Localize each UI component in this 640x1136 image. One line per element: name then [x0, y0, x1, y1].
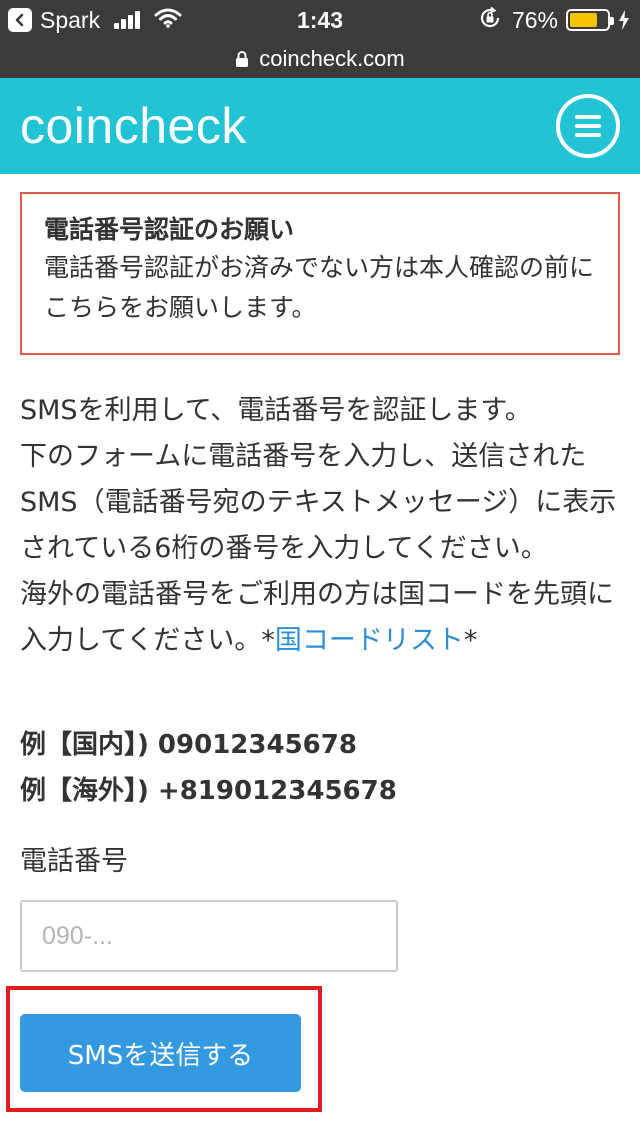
menu-line [575, 115, 601, 119]
description-line-3-suffix: * [463, 625, 478, 656]
example-domestic: 例【国内】) 09012345678 [20, 730, 357, 760]
battery-percent: 76% [511, 6, 558, 33]
menu-line [575, 133, 601, 137]
coincheck-logo[interactable]: coincheck [20, 96, 247, 156]
example-overseas: 例【海外】) +819012345678 [20, 776, 397, 806]
phone-number-input[interactable] [20, 900, 398, 972]
battery-cap [610, 17, 614, 25]
site-header: coincheck [0, 78, 640, 174]
menu-line [575, 124, 601, 128]
status-right: 76% [478, 6, 630, 34]
sms-description: SMSを利用して、電話番号を認証します。 下のフォームに電話番号を入力し、送信さ… [20, 388, 624, 664]
battery-level [570, 13, 598, 27]
url-bar[interactable]: coincheck.com [0, 40, 640, 78]
country-code-list-link[interactable]: 国コードリスト [275, 625, 464, 656]
lock-icon [235, 50, 249, 68]
phone-number-label: 電話番号 [20, 846, 128, 877]
send-sms-button[interactable]: SMSを送信する [20, 1014, 301, 1092]
battery-icon [566, 9, 614, 31]
url-domain[interactable]: coincheck.com [259, 46, 405, 72]
notice-body: 電話番号認証がお済みでない方は本人確認の前にこちらをお願いします。 [44, 253, 595, 322]
orientation-lock-icon [478, 6, 502, 35]
description-line-2: 下のフォームに電話番号を入力し、送信されたSMS（電話番号宛のテキストメッセージ… [20, 441, 617, 564]
description-line-1: SMSを利用して、電話番号を認証します。 [20, 395, 532, 426]
phone-examples: 例【国内】) 09012345678 例【海外】) +819012345678 [20, 722, 620, 814]
charging-bolt-icon [618, 10, 630, 30]
notice-title: 電話番号認証のお願い [44, 215, 295, 244]
phone-verification-notice: 電話番号認証のお願い 電話番号認証がお済みでない方は本人確認の前にこちらをお願い… [20, 192, 620, 355]
hamburger-menu-button[interactable] [556, 94, 620, 158]
description-line-3: 海外の電話番号をご利用の方は国コードを先頭に入力してください。*国コードリスト* [20, 572, 624, 664]
status-bar: Spark 1:43 76% [0, 0, 640, 40]
